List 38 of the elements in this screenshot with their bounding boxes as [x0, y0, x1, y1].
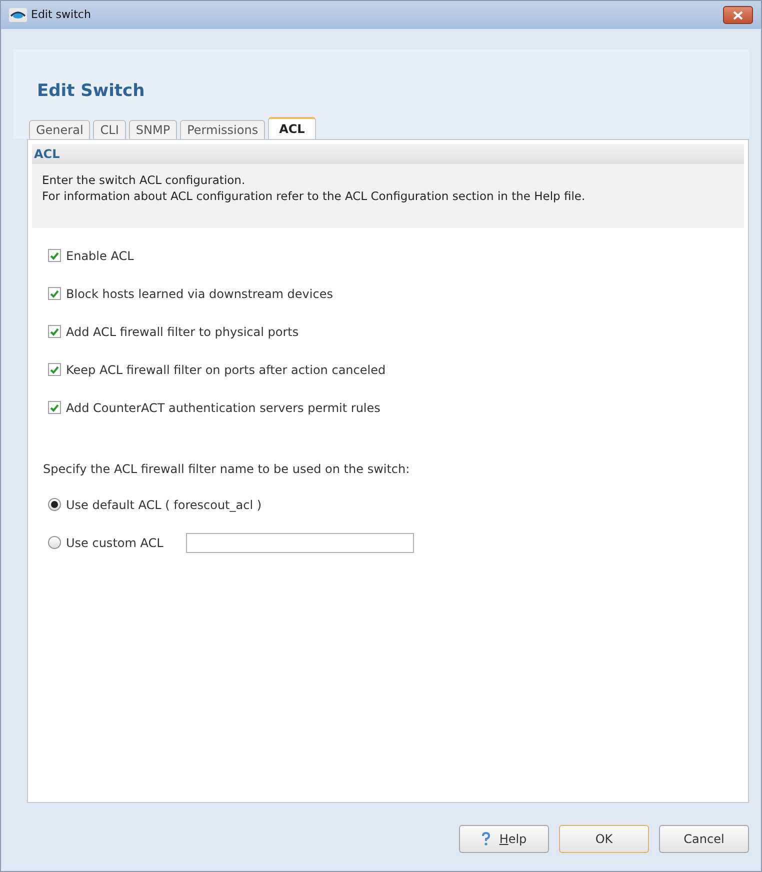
question-mark-icon [481, 832, 492, 846]
checkbox[interactable] [48, 363, 61, 376]
checkbox-label: Enable ACL [66, 248, 134, 264]
description-text: Enter the switch ACL configuration. [42, 172, 246, 188]
tab[interactable]: ACL [268, 116, 316, 138]
checkbox[interactable] [48, 249, 61, 262]
check-icon [50, 366, 59, 374]
radio-label: Use default ACL ( forescout_acl ) [66, 496, 262, 514]
check-icon [50, 252, 59, 260]
check-icon [50, 404, 59, 412]
checkbox[interactable] [48, 287, 61, 300]
eye-logo-icon [9, 8, 27, 22]
radio-button[interactable] [48, 498, 61, 511]
description-text: For information about ACL configuration refer to the ACL Configuration section in the Help file. [42, 188, 586, 204]
tab[interactable]: General [29, 120, 90, 138]
dialog-button[interactable]: OK [559, 824, 649, 852]
filter-prompt: Specify the ACL firewall filter name to be used on the switch: [43, 460, 411, 478]
section-title: ACL [34, 146, 60, 162]
checkbox[interactable] [48, 401, 61, 414]
check-icon [50, 328, 59, 336]
close-icon [733, 10, 743, 20]
tab[interactable]: Permissions [180, 120, 266, 138]
radio-label: Use custom ACL [66, 534, 164, 552]
dialog-button[interactable]: Cancel [659, 824, 749, 852]
dialog-heading: Edit Switch [36, 80, 146, 103]
checkbox-label: Block hosts learned via downstream devices [66, 286, 333, 302]
help-button[interactable]: Help [459, 824, 549, 852]
checkbox-label: Keep ACL firewall filter on ports after action canceled [66, 362, 386, 378]
checkbox-label: Add ACL firewall filter to physical ports [66, 324, 299, 340]
checkbox[interactable] [48, 325, 61, 338]
radio-button[interactable] [48, 536, 61, 549]
tab[interactable]: SNMP [128, 120, 178, 138]
checkbox-label: Add CounterACT authentication servers permit rules [66, 400, 380, 416]
window-title: Edit switch [31, 6, 91, 23]
check-icon [50, 290, 59, 298]
close-button[interactable] [723, 6, 753, 24]
custom-acl-field[interactable] [186, 532, 414, 552]
tab[interactable]: CLI [93, 120, 126, 138]
